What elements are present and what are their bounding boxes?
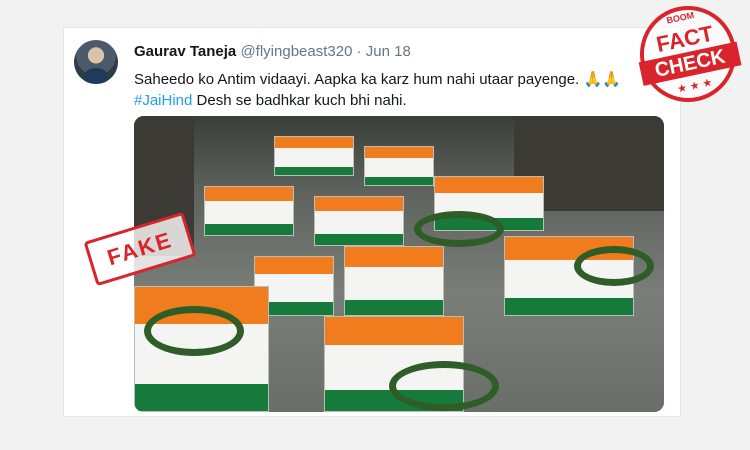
tweet-date[interactable]: Jun 18 <box>366 43 411 60</box>
author-name[interactable]: Gaurav Taneja <box>134 43 236 60</box>
avatar-figure <box>84 68 108 84</box>
tweet-header: Gaurav Taneja @flyingbeast320 · Jun 18 <box>134 43 411 60</box>
photo-wreath <box>389 361 499 411</box>
tweet-text: Saheedo ko Antim vidaayi. Aapka ka karz … <box>134 69 654 111</box>
photo-coffin <box>344 246 444 316</box>
photo-coffin <box>274 136 354 176</box>
separator-dot: · <box>356 43 362 60</box>
tweet-text-line1: Saheedo ko Antim vidaayi. Aapka ka karz … <box>134 71 580 88</box>
photo-coffin <box>204 186 294 236</box>
pray-emoji: 🙏🙏 <box>583 71 621 88</box>
avatar[interactable] <box>74 40 118 84</box>
author-handle[interactable]: @flyingbeast320 <box>240 43 352 60</box>
tweet-text-line2: Desh se badhkar kuch bhi nahi. <box>192 92 407 109</box>
tweet-photo[interactable] <box>134 116 664 412</box>
hashtag-jaihind[interactable]: #JaiHind <box>134 92 192 109</box>
photo-coffin <box>364 146 434 186</box>
photo-wreath <box>574 246 654 286</box>
photo-coffin <box>314 196 404 246</box>
photo-wreath <box>144 306 244 356</box>
photo-wreath <box>414 211 504 247</box>
